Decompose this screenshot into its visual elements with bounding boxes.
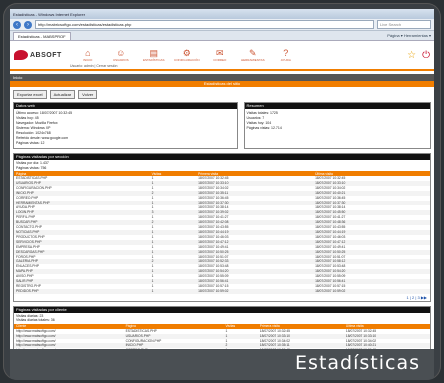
nav-item-help[interactable]: ? AYUDA: [274, 48, 298, 62]
nav-label: CORREO: [213, 58, 227, 62]
caption-title: Estadísticas: [295, 352, 420, 374]
main-nav: ⌂ INICIO ☺ USUARIOS ▤ ESTADÍSTICAS ⚙ CONFIGURAC…: [76, 48, 298, 62]
info-line: Visitas diarias totales: 36: [16, 318, 55, 323]
browser-tab[interactable]: Estadísticas - MABSPROF: [13, 32, 71, 40]
forward-icon[interactable]: ›: [24, 20, 32, 29]
pages-by-client-table: Páginas visitadas por cliente Visitas di…: [13, 305, 431, 349]
nav-item-mail[interactable]: ✉ CORREO: [208, 48, 232, 62]
header-right-icons: ☆ ⏻: [407, 50, 430, 61]
tab-row: Estadísticas - MABSPROF Página ▾ Herrami…: [10, 31, 434, 41]
nav-label: CONFIGURACIÓN: [174, 58, 200, 62]
summary-panels: Datos web Último acceso: 18/07/2007 10:3…: [10, 102, 434, 149]
summary-panel: Resumen Visitas totales: 1725 Usuarios: 7…: [243, 102, 431, 149]
users-icon: ☺: [116, 48, 126, 58]
pages-by-client-info: Visitas diarias: 23 Visitas diarias tota…: [14, 313, 430, 324]
config-icon: ⚙: [182, 48, 191, 58]
back-button[interactable]: Volver: [78, 90, 98, 99]
nav-label: AYUDA: [280, 58, 291, 62]
nav-item-home[interactable]: ⌂ INICIO: [76, 48, 100, 62]
info-line: Páginas vistas: 756: [16, 165, 47, 170]
client-table: Cliente Página Visitas Primera visita Última…: [14, 323, 430, 349]
logout-icon[interactable]: ⏻: [422, 50, 430, 61]
app-header: ABSOFT ⌂ INICIO ☺ USUARIOS ▤ ESTADÍSTICAS ⚙ CON…: [10, 41, 434, 71]
pagination[interactable]: 1 | 2 | 3 ▶▶: [14, 294, 430, 301]
caption-bar: Estadísticas: [10, 349, 434, 380]
help-icon: ?: [283, 48, 289, 58]
nav-label: HERRAMIENTAS: [240, 58, 265, 62]
web-data-panel: Datos web Último acceso: 18/07/2007 10:3…: [13, 102, 238, 149]
user-subline: Usuario: admin | Cerrar sesión: [70, 64, 118, 68]
refresh-button[interactable]: Actualizar: [49, 90, 76, 99]
browser-title: Estadísticas - Windows Internet Explorer: [13, 11, 86, 17]
nav-label: ESTADÍSTICAS: [143, 58, 165, 62]
address-bar[interactable]: http://mabricsoftgo.com/estadisticas/est…: [35, 20, 374, 29]
tools-icon: ✎: [249, 48, 257, 58]
stats-icon: ▤: [149, 48, 159, 58]
nav-label: INICIO: [83, 58, 93, 62]
search-input[interactable]: Live Search: [377, 20, 431, 29]
panel-line: Páginas vistas: 12.714: [246, 126, 282, 130]
logo-text: ABSOFT: [30, 51, 62, 59]
summary-panel-body: Visitas totales: 1725 Usuarios: 7 Visitas …: [245, 109, 430, 133]
export-excel-button[interactable]: Exportar excel: [13, 90, 47, 99]
screenshot-frame: Estadísticas - Windows Internet Explorer…: [3, 3, 441, 380]
panel-line: Páginas vistas: 12: [16, 141, 45, 145]
browser-window: Estadísticas - Windows Internet Explorer…: [10, 9, 434, 349]
section-table: Página Visitas Primera visita Última visita…: [14, 171, 430, 294]
section-title: Inicio: [10, 74, 434, 81]
nav-item-config[interactable]: ⚙ CONFIGURACIÓN: [174, 48, 200, 62]
address-row: ‹ › http://mabricsoftgo.com/estadisticas…: [10, 19, 434, 31]
home-icon: ⌂: [85, 48, 91, 58]
mail-icon: ✉: [216, 48, 224, 58]
nav-item-tools[interactable]: ✎ HERRAMIENTAS: [241, 48, 265, 62]
web-data-panel-body: Último acceso: 18/07/2007 10:32:45 Visita…: [14, 109, 237, 148]
back-icon[interactable]: ‹: [13, 20, 21, 29]
logo-mark-icon: [14, 50, 28, 60]
action-buttons: Exportar excel Actualizar Volver: [10, 87, 434, 102]
pages-by-section-table: Páginas visitadas por sección Visitas po…: [13, 153, 431, 302]
app-logo[interactable]: ABSOFT: [14, 50, 62, 60]
favorite-icon[interactable]: ☆: [407, 50, 416, 61]
nav-item-stats[interactable]: ▤ ESTADÍSTICAS: [142, 48, 166, 62]
nav-label: USUARIOS: [112, 58, 129, 62]
pages-by-section-info: Visitas por día: 1.437 Páginas vistas: 7…: [14, 160, 430, 171]
browser-tools-menu[interactable]: Página ▾ Herramientas ▾: [387, 32, 434, 40]
browser-title-bar: Estadísticas - Windows Internet Explorer: [10, 9, 434, 19]
nav-item-users[interactable]: ☺ USUARIOS: [109, 48, 133, 62]
